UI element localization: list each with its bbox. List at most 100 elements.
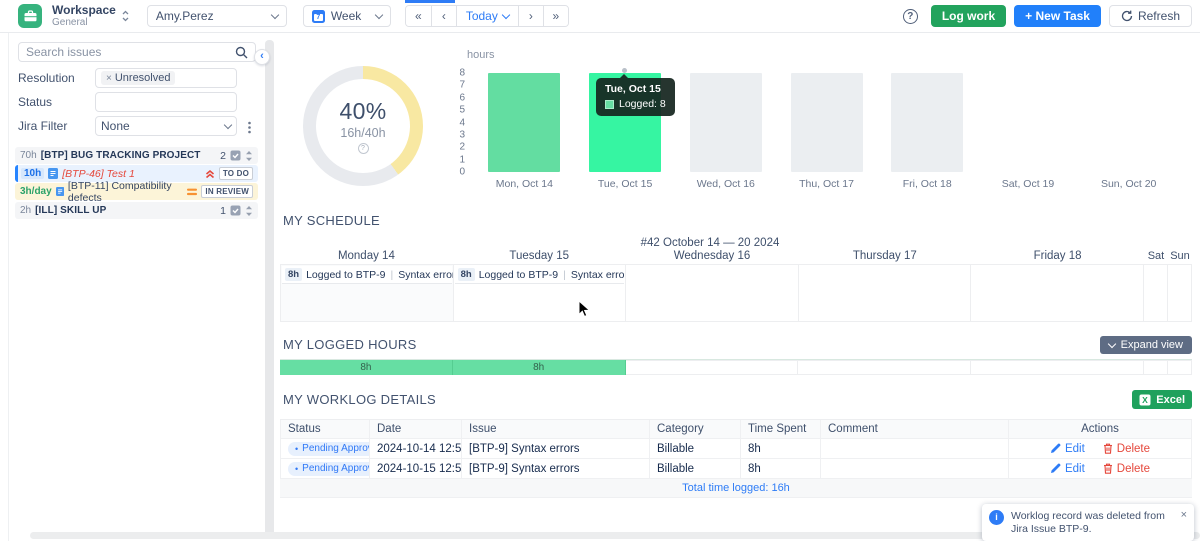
sidebar-collapse-button[interactable]: ‹ <box>254 49 270 65</box>
help-icon[interactable]: ? <box>903 9 918 24</box>
total-time-logged: Total time logged: 16h <box>280 479 1192 498</box>
schedule-cell[interactable] <box>1168 264 1192 322</box>
previous-week-button[interactable]: ‹ <box>431 6 456 26</box>
schedule-day-header: Tuesday 15 <box>453 250 626 262</box>
bar-slot <box>474 73 575 172</box>
workspace-icon[interactable] <box>18 4 42 28</box>
sort-arrows-icon[interactable] <box>245 150 253 162</box>
export-excel-button[interactable]: X Excel <box>1132 390 1192 409</box>
schedule-entry[interactable]: 8hLogged to BTP-9|Syntax errors <box>455 266 625 284</box>
search-icon[interactable] <box>235 46 248 59</box>
expand-view-button[interactable]: Expand view <box>1100 336 1192 354</box>
bar[interactable] <box>488 73 560 172</box>
schedule-cell[interactable] <box>626 264 799 322</box>
close-icon[interactable]: × <box>1181 510 1187 520</box>
sidebar-resize-handle[interactable] <box>265 40 274 537</box>
bar[interactable] <box>891 73 963 172</box>
edit-button[interactable]: Edit <box>1050 443 1085 455</box>
sidebar-item-project-ill[interactable]: 2h [ILL] SKILL UP 1 <box>15 202 258 219</box>
schedule-day-header: Sat <box>1144 250 1168 262</box>
notification-toast: i Worklog record was deleted from Jira I… <box>982 504 1194 541</box>
next-week-button[interactable]: › <box>518 6 543 26</box>
entry-summary-text: Syntax errors <box>398 269 453 281</box>
col-header-status: Status <box>280 420 370 438</box>
tooltip-title: Tue, Oct 15 <box>605 83 666 95</box>
first-week-button[interactable]: « <box>406 6 431 26</box>
trash-icon <box>1103 443 1113 454</box>
schedule-cell[interactable] <box>799 264 972 322</box>
toolbar-actions: ? Log work + New Task Refresh <box>903 5 1192 27</box>
date-cell: 2024-10-15 12:54 <box>370 459 462 478</box>
logged-hours-cell[interactable]: 8h <box>453 360 626 375</box>
delete-button[interactable]: Delete <box>1103 443 1150 455</box>
refresh-icon <box>1121 10 1133 22</box>
hover-point <box>622 68 627 73</box>
search-field <box>18 42 256 62</box>
y-tick-label: 3 <box>459 129 465 140</box>
schedule-entry[interactable]: 8hLogged to BTP-9|Syntax errors <box>282 266 452 284</box>
entry-issue-text: Logged to BTP-9 <box>479 269 558 281</box>
y-tick-label: 8 <box>459 68 465 79</box>
schedule-cell[interactable]: 8hLogged to BTP-9|Syntax errors <box>280 264 454 322</box>
kebab-menu-icon <box>248 121 251 134</box>
last-week-button[interactable]: » <box>543 6 568 26</box>
logged-hours-bar: 8h8h <box>280 360 1192 375</box>
today-button[interactable]: Today <box>456 6 518 26</box>
status-field[interactable] <box>95 92 237 112</box>
sidebar-item-project-btp[interactable]: 70h [BTP] BUG TRACKING PROJECT 2 <box>15 147 258 164</box>
delete-button[interactable]: Delete <box>1103 463 1150 475</box>
sort-arrows-icon[interactable] <box>245 205 253 217</box>
edit-button[interactable]: Edit <box>1050 463 1085 475</box>
entry-issue-text: Logged to BTP-9 <box>306 269 385 281</box>
logged-hours-cell <box>798 360 971 375</box>
schedule-cell[interactable] <box>1144 264 1168 322</box>
chevron-down-icon <box>375 10 383 18</box>
period-select[interactable]: 7 Week <box>303 5 391 27</box>
project-title: [ILL] SKILL UP <box>35 205 106 216</box>
sidebar-item-issue-btp-11[interactable]: 3h/day [BTP-11] Compatibility defects IN… <box>15 183 258 200</box>
bar-slot <box>776 73 877 172</box>
actions-cell: Edit Delete <box>1009 439 1192 458</box>
y-tick-label: 4 <box>459 117 465 128</box>
schedule-day-header: Friday 18 <box>971 250 1144 262</box>
refresh-button[interactable]: Refresh <box>1109 5 1192 27</box>
issue-cell: [BTP-9] Syntax errors <box>462 439 650 458</box>
new-task-button[interactable]: + New Task <box>1014 5 1101 27</box>
pencil-icon <box>1050 443 1061 454</box>
workspace-title: Workspace <box>52 4 116 17</box>
pencil-icon <box>1050 463 1061 474</box>
period-select-value: Week <box>331 9 361 23</box>
weekly-hours-chart: hours 012345678 Mon, Oct 14Tue, Oct 15We… <box>450 45 1192 195</box>
bar[interactable] <box>791 73 863 172</box>
logged-hours-section-title: MY LOGGED HOURS <box>283 337 417 352</box>
filter-menu-button[interactable] <box>243 120 255 134</box>
resolution-field[interactable]: × Unresolved <box>95 68 237 88</box>
completion-percent: 40% <box>340 98 387 125</box>
logged-hours-cell <box>1168 360 1192 375</box>
schedule-cell[interactable] <box>971 264 1144 322</box>
workspace-switcher[interactable]: Workspace General <box>52 4 129 28</box>
checkbox-icon[interactable] <box>230 150 241 161</box>
jira-filter-select[interactable]: None <box>95 116 237 136</box>
up-down-chevron-icon <box>122 10 129 22</box>
status-filter-row: Status <box>18 92 237 112</box>
bar-chart-y-axis: 012345678 <box>450 73 465 172</box>
remove-tag-icon[interactable]: × <box>106 73 112 84</box>
schedule-cell[interactable]: 8hLogged to BTP-9|Syntax errors <box>454 264 627 322</box>
bar-chart-x-labels: Mon, Oct 14Tue, Oct 15Wed, Oct 16Thu, Oc… <box>474 178 1179 190</box>
user-select[interactable]: Amy.Perez <box>147 5 287 27</box>
checkbox-icon[interactable] <box>230 205 241 216</box>
estimate-label: 3h/day <box>20 186 52 197</box>
y-tick-label: 1 <box>459 154 465 165</box>
estimate-label: 2h <box>20 205 31 216</box>
log-work-button[interactable]: Log work <box>931 5 1006 27</box>
status-badge: TO DO <box>219 167 253 180</box>
bar[interactable] <box>690 73 762 172</box>
schedule-day-header: Thursday 17 <box>798 250 971 262</box>
left-rail-divider <box>8 33 9 541</box>
resolution-tag: × Unresolved <box>101 71 175 85</box>
toast-message: Worklog record was deleted from Jira Iss… <box>1011 510 1174 535</box>
search-input[interactable] <box>26 45 235 59</box>
logged-hours-cell[interactable]: 8h <box>280 360 453 375</box>
help-icon[interactable]: ? <box>358 143 369 154</box>
